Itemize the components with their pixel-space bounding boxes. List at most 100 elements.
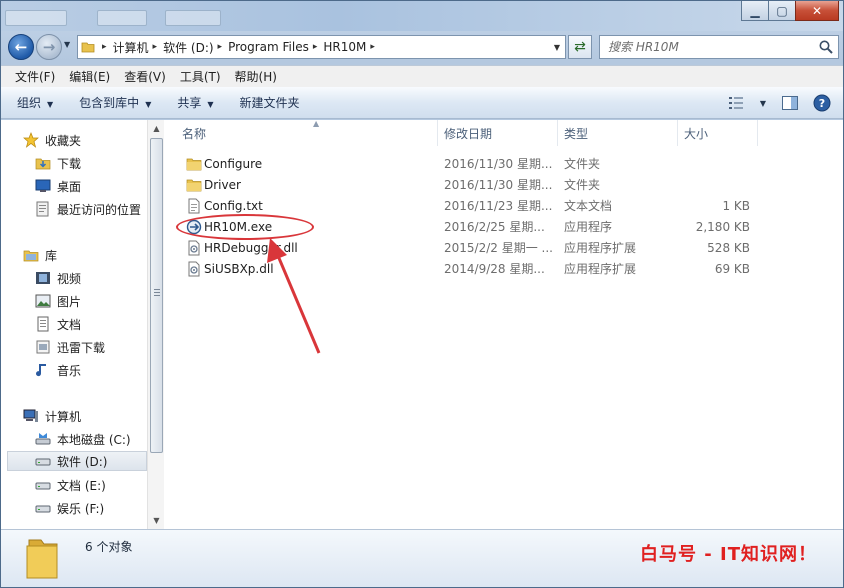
refresh-button[interactable]: ⇄ xyxy=(568,35,592,59)
address-dropdown-icon[interactable]: ▼ xyxy=(549,43,565,52)
file-date: 2016/11/23 星期... xyxy=(444,199,553,213)
nav-downloads[interactable]: 下载 xyxy=(35,153,147,173)
file-type: 文件夹 xyxy=(564,178,601,192)
computer-icon xyxy=(23,408,39,424)
file-row-config-txt[interactable]: Config.txt 2016/11/23 星期... 文本文档 1 KB xyxy=(164,195,843,216)
breadcrumb-program-files[interactable]: Program Files xyxy=(228,40,309,54)
nav-drive-e[interactable]: 文档 (E:) xyxy=(35,475,147,495)
nav-videos-label: 视频 xyxy=(57,271,82,286)
breadcrumb-separator[interactable]: ▸ xyxy=(153,42,158,52)
search-icon[interactable] xyxy=(818,39,834,55)
nav-videos[interactable]: 视频 xyxy=(35,268,147,288)
share-button[interactable]: 共享 ▼ xyxy=(177,94,213,111)
scroll-down-icon[interactable]: ▼ xyxy=(148,512,165,529)
sort-ascending-icon: ▲ xyxy=(313,119,320,128)
view-dropdown-icon[interactable]: ▼ xyxy=(757,94,769,112)
nav-thunder-downloads[interactable]: 迅雷下载 xyxy=(35,337,147,357)
title-bar: ▁ ▢ ✕ xyxy=(1,1,843,31)
nav-drive-d[interactable]: 软件 (D:) xyxy=(7,451,147,471)
recent-pages-dropdown[interactable]: ▼ xyxy=(64,40,70,49)
back-arrow-icon: ← xyxy=(14,38,28,56)
file-size: 69 KB xyxy=(714,261,750,276)
folder-icon xyxy=(186,158,202,171)
recent-places-icon xyxy=(35,201,51,217)
minimize-button[interactable]: ▁ xyxy=(741,1,769,21)
nav-documents-label: 文档 xyxy=(57,317,82,332)
file-row-siusbxp-dll[interactable]: SiUSBXp.dll 2014/9/28 星期... 应用程序扩展 69 KB xyxy=(164,258,843,279)
breadcrumb-computer[interactable]: 计算机 xyxy=(113,39,149,56)
include-in-library-label: 包含到库中 xyxy=(79,96,140,110)
nav-desktop[interactable]: 桌面 xyxy=(35,176,147,196)
maximize-button[interactable]: ▢ xyxy=(768,1,796,21)
file-type: 应用程序扩展 xyxy=(564,262,637,276)
breadcrumb-separator[interactable]: ▸ xyxy=(102,42,107,52)
nav-music[interactable]: 音乐 xyxy=(35,360,147,380)
nav-computer[interactable]: 计算机 xyxy=(23,406,147,426)
thunder-folder-icon xyxy=(35,339,51,355)
video-library-icon xyxy=(35,270,51,286)
explorer-window: ▁ ▢ ✕ ← → ▼ ▸ 计算机 ▸ 软件 (D:) ▸ Program Fi… xyxy=(0,0,844,588)
picture-library-icon xyxy=(35,293,51,309)
breadcrumb-separator[interactable]: ▸ xyxy=(313,42,318,52)
nav-drive-c[interactable]: 本地磁盘 (C:) xyxy=(35,429,147,449)
breadcrumb-separator[interactable]: ▸ xyxy=(370,42,375,52)
menu-edit[interactable]: 编辑(E) xyxy=(63,68,116,85)
nav-music-label: 音乐 xyxy=(57,363,82,378)
file-date: 2015/2/2 星期一 ... xyxy=(444,241,553,255)
nav-downloads-label: 下载 xyxy=(57,156,82,171)
organize-button[interactable]: 组织 ▼ xyxy=(17,94,53,111)
scroll-up-icon[interactable]: ▲ xyxy=(148,120,165,137)
close-button[interactable]: ✕ xyxy=(795,1,839,21)
file-row-driver[interactable]: Driver 2016/11/30 星期... 文件夹 xyxy=(164,174,843,195)
breadcrumb-hr10m[interactable]: HR10M xyxy=(323,40,366,54)
search-input[interactable] xyxy=(608,40,808,54)
refresh-icon: ⇄ xyxy=(574,39,586,55)
file-type: 应用程序 xyxy=(564,220,613,234)
menu-help[interactable]: 帮助(H) xyxy=(229,68,283,85)
breadcrumb-separator[interactable]: ▸ xyxy=(218,42,223,52)
file-name: Configure xyxy=(204,156,263,171)
file-row-configure[interactable]: Configure 2016/11/30 星期... 文件夹 xyxy=(164,153,843,174)
menu-file[interactable]: 文件(F) xyxy=(9,68,61,85)
nav-documents[interactable]: 文档 xyxy=(35,314,147,334)
details-pane: 6 个对象 白马号 - IT知识网！ xyxy=(1,529,843,587)
folder-icon xyxy=(186,179,202,192)
include-in-library-button[interactable]: 包含到库中 ▼ xyxy=(79,94,151,111)
nav-libraries[interactable]: 库 xyxy=(23,245,147,265)
menu-tools[interactable]: 工具(T) xyxy=(174,68,227,85)
nav-favorites[interactable]: 收藏夹 xyxy=(23,130,147,150)
dll-icon xyxy=(188,240,200,256)
file-date: 2016/11/30 星期... xyxy=(444,157,553,171)
desktop-icon xyxy=(35,178,51,194)
nav-desktop-label: 桌面 xyxy=(57,179,82,194)
preview-pane-icon xyxy=(782,96,798,110)
breadcrumb-drive-d[interactable]: 软件 (D:) xyxy=(163,39,213,56)
forward-arrow-icon: → xyxy=(42,38,56,56)
scrollbar-thumb[interactable] xyxy=(150,138,163,453)
menu-view[interactable]: 查看(V) xyxy=(118,68,172,85)
new-folder-button[interactable]: 新建文件夹 xyxy=(240,94,300,111)
music-library-icon xyxy=(35,362,51,378)
nav-recent-places[interactable]: 最近访问的位置 xyxy=(35,199,147,219)
change-view-button[interactable] xyxy=(725,94,747,112)
navigation-scrollbar[interactable]: ▲ ▼ xyxy=(147,120,164,529)
column-header-type[interactable]: 类型 xyxy=(558,120,678,146)
help-button[interactable]: ? xyxy=(811,94,833,112)
view-list-icon xyxy=(729,97,743,109)
address-bar[interactable]: ▸ 计算机 ▸ 软件 (D:) ▸ Program Files ▸ HR10M … xyxy=(77,35,566,59)
column-header-date[interactable]: 修改日期 xyxy=(438,120,558,146)
nav-pictures[interactable]: 图片 xyxy=(35,291,147,311)
column-header-name[interactable]: 名称 ▲ xyxy=(176,119,438,146)
forward-button[interactable]: → xyxy=(36,34,62,60)
search-box[interactable] xyxy=(599,35,839,59)
back-button[interactable]: ← xyxy=(8,34,34,60)
file-name: HRDebugger.dll xyxy=(204,240,298,255)
column-header-size[interactable]: 大小 xyxy=(678,120,758,146)
preview-pane-button[interactable] xyxy=(779,94,801,112)
nav-drive-f[interactable]: 娱乐 (F:) xyxy=(35,498,147,518)
file-size: 528 KB xyxy=(707,240,750,255)
nav-drive-c-label: 本地磁盘 (C:) xyxy=(57,432,131,447)
watermark: 白马号 - IT知识网！ xyxy=(640,544,817,565)
organize-label: 组织 xyxy=(17,96,42,110)
file-row-hrdebugger-dll[interactable]: HRDebugger.dll 2015/2/2 星期一 ... 应用程序扩展 5… xyxy=(164,237,843,258)
